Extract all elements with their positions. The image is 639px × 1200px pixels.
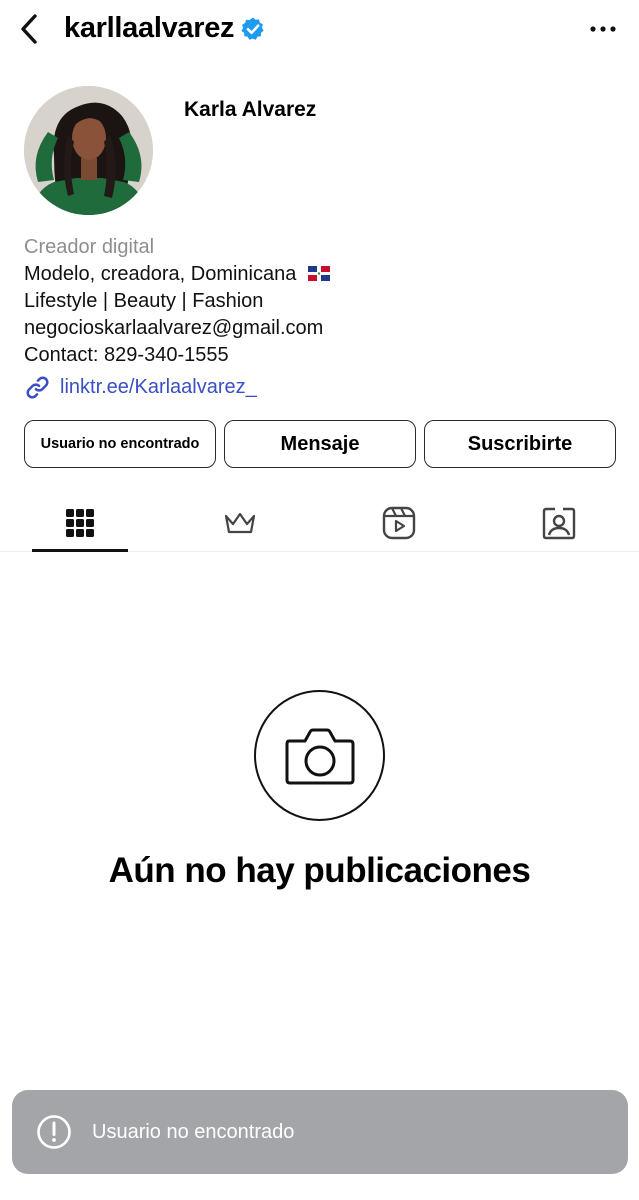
display-name: Karla Alvarez bbox=[184, 98, 317, 121]
reels-icon bbox=[383, 506, 416, 539]
bio-line: Lifestyle | Beauty | Fashion bbox=[24, 290, 264, 312]
profile-link[interactable]: linktr.ee/Karlaalvarez_ bbox=[24, 374, 257, 401]
username-title: karllaalvarez bbox=[64, 12, 266, 45]
username-text: karllaalvarez bbox=[64, 12, 235, 44]
more-horizontal-icon bbox=[590, 26, 616, 32]
verified-badge-icon bbox=[240, 16, 266, 42]
toast-notification: Usuario no encontrado bbox=[12, 1090, 628, 1174]
tab-exclusive[interactable] bbox=[160, 494, 320, 551]
tab-reels[interactable] bbox=[320, 494, 480, 551]
profile-tabs bbox=[0, 494, 639, 552]
more-options-button[interactable] bbox=[589, 18, 617, 40]
toast-text: Usuario no encontrado bbox=[92, 1120, 295, 1143]
user-not-found-button[interactable]: Usuario no encontrado bbox=[24, 420, 216, 468]
profile-header: karllaalvarez bbox=[0, 0, 639, 60]
profile-avatar[interactable] bbox=[24, 86, 153, 215]
empty-state: Aún no hay publicaciones bbox=[0, 690, 639, 891]
back-button[interactable] bbox=[14, 12, 44, 46]
bio-line-text: Modelo, creadora, Dominicana bbox=[24, 263, 297, 285]
tab-posts[interactable] bbox=[0, 494, 160, 552]
avatar-photo bbox=[24, 86, 153, 215]
subscribe-button[interactable]: Suscribirte bbox=[424, 420, 616, 468]
bio-email[interactable]: negocioskarlaalvarez@gmail.com bbox=[24, 315, 624, 342]
dominican-flag-icon bbox=[307, 262, 330, 281]
profile-link-text: linktr.ee/Karlaalvarez_ bbox=[60, 376, 257, 398]
bio-contact[interactable]: Contact: 829-340-1555 bbox=[24, 342, 624, 369]
crown-icon bbox=[224, 512, 255, 533]
profile-category: Creador digital bbox=[24, 236, 155, 258]
tagged-icon bbox=[542, 507, 576, 539]
profile-bio: Creador digital Modelo, creadora, Domini… bbox=[24, 234, 624, 369]
grid-icon bbox=[65, 508, 94, 537]
profile-actions: Usuario no encontrado Mensaje Suscribirt… bbox=[24, 420, 616, 468]
tab-tagged[interactable] bbox=[479, 494, 639, 551]
empty-state-title: Aún no hay publicaciones bbox=[108, 851, 531, 890]
camera-icon bbox=[285, 728, 354, 784]
chevron-left-icon bbox=[21, 14, 37, 44]
alert-circle-icon bbox=[37, 1115, 71, 1149]
camera-circle bbox=[254, 690, 385, 821]
message-button[interactable]: Mensaje bbox=[224, 420, 416, 468]
bio-line: Modelo, creadora, Dominicana bbox=[24, 261, 624, 288]
link-icon bbox=[26, 376, 49, 399]
